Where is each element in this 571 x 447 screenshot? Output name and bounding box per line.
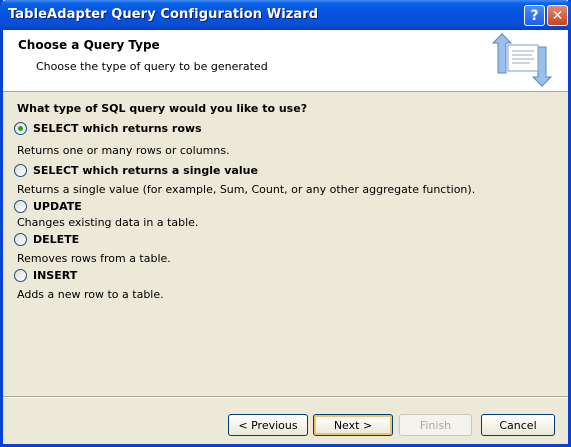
query-wizard-icon <box>492 33 552 87</box>
radio-insert[interactable] <box>14 269 27 282</box>
radio-select-rows[interactable] <box>14 122 27 135</box>
option-description: Removes rows from a table. <box>17 252 171 265</box>
finish-button[interactable]: Finish <box>399 414 472 436</box>
page-subtitle: Choose the type of query to be generated <box>36 60 268 73</box>
option-description: Changes existing data in a table. <box>17 216 199 229</box>
previous-button[interactable]: < Previous <box>228 414 308 436</box>
close-icon: ✕ <box>551 7 564 24</box>
option-update[interactable]: UPDATE <box>14 200 82 213</box>
option-insert[interactable]: INSERT <box>14 269 77 282</box>
help-button[interactable]: ? <box>524 5 545 26</box>
next-button[interactable]: Next > <box>313 414 393 436</box>
option-description: Adds a new row to a table. <box>17 288 164 301</box>
option-label: INSERT <box>33 269 78 282</box>
page-title: Choose a Query Type <box>18 38 160 52</box>
option-label: SELECT which returns rows <box>33 122 202 135</box>
question-label: What type of SQL query would you like to… <box>17 102 308 115</box>
option-delete[interactable]: DELETE <box>14 233 79 246</box>
option-select-rows[interactable]: SELECT which returns rows <box>14 122 202 135</box>
help-icon: ? <box>530 7 539 24</box>
option-label: DELETE <box>33 233 80 246</box>
option-label: SELECT which returns a single value <box>33 164 258 177</box>
option-select-single-value[interactable]: SELECT which returns a single value <box>14 164 258 177</box>
radio-delete[interactable] <box>14 233 27 246</box>
title-bar[interactable]: TableAdapter Query Configuration Wizard … <box>0 0 571 30</box>
wizard-window: TableAdapter Query Configuration Wizard … <box>0 0 571 447</box>
window-title: TableAdapter Query Configuration Wizard <box>8 7 319 22</box>
cancel-button[interactable]: Cancel <box>481 414 555 436</box>
radio-update[interactable] <box>14 200 27 213</box>
wizard-header: Choose a Query Type Choose the type of q… <box>3 30 568 92</box>
option-description: Returns a single value (for example, Sum… <box>17 183 476 196</box>
footer-divider <box>3 396 568 398</box>
option-description: Returns one or many rows or columns. <box>17 144 230 157</box>
option-label: UPDATE <box>33 200 82 213</box>
close-button[interactable]: ✕ <box>547 5 568 26</box>
radio-select-single-value[interactable] <box>14 164 27 177</box>
